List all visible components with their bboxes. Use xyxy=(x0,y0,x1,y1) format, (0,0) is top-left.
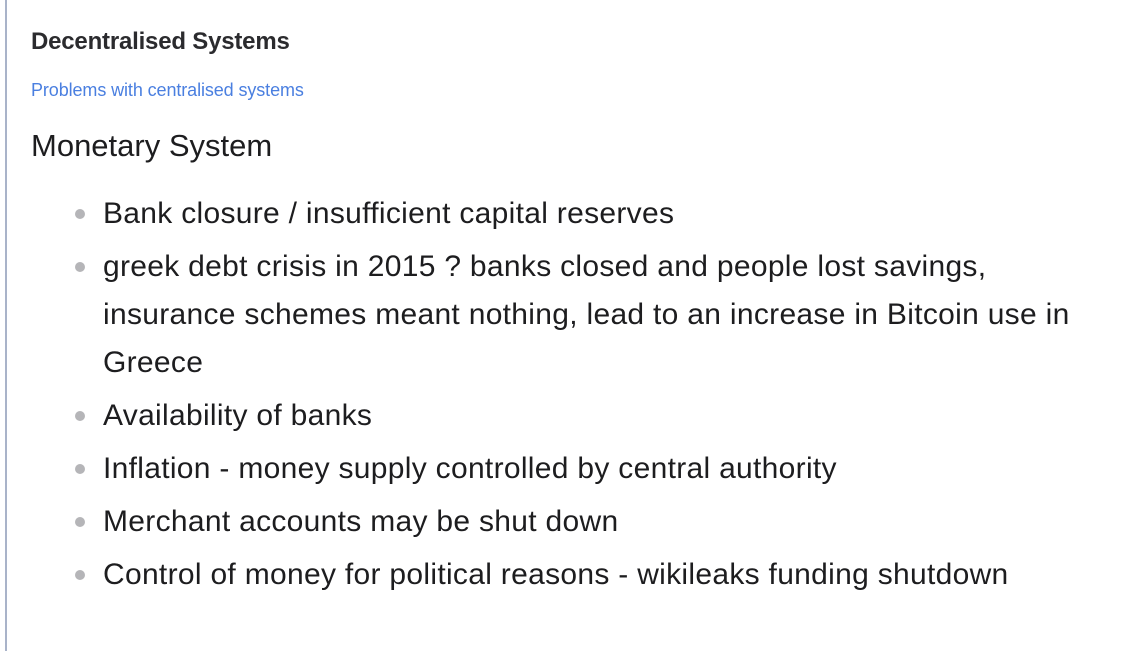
list-item: greek debt crisis in 2015 ? banks closed… xyxy=(31,243,1121,387)
list-item-text: Inflation - money supply controlled by c… xyxy=(103,452,837,485)
bullet-icon xyxy=(75,517,85,527)
list-item-text: greek debt crisis in 2015 ? banks closed… xyxy=(103,250,1070,379)
list-item-text: Bank closure / insufficient capital rese… xyxy=(103,197,675,230)
blockquote-rule xyxy=(5,0,7,651)
document-title: Decentralised Systems xyxy=(31,28,290,55)
bullet-list: Bank closure / insufficient capital rese… xyxy=(31,190,1121,604)
bullet-icon xyxy=(75,411,85,421)
section-heading: Monetary System xyxy=(31,128,273,163)
bullet-icon xyxy=(75,464,85,474)
list-item-text: Merchant accounts may be shut down xyxy=(103,505,619,538)
list-item: Availability of banks xyxy=(31,392,1121,440)
bullet-icon xyxy=(75,570,85,580)
list-item-text: Availability of banks xyxy=(103,399,373,432)
list-item: Control of money for political reasons -… xyxy=(31,551,1121,599)
list-item-text: Control of money for political reasons -… xyxy=(103,558,1009,591)
bullet-icon xyxy=(75,209,85,219)
bullet-icon xyxy=(75,262,85,272)
section-link[interactable]: Problems with centralised systems xyxy=(31,80,304,101)
list-item: Bank closure / insufficient capital rese… xyxy=(31,190,1121,238)
list-item: Merchant accounts may be shut down xyxy=(31,498,1121,546)
list-item: Inflation - money supply controlled by c… xyxy=(31,445,1121,493)
